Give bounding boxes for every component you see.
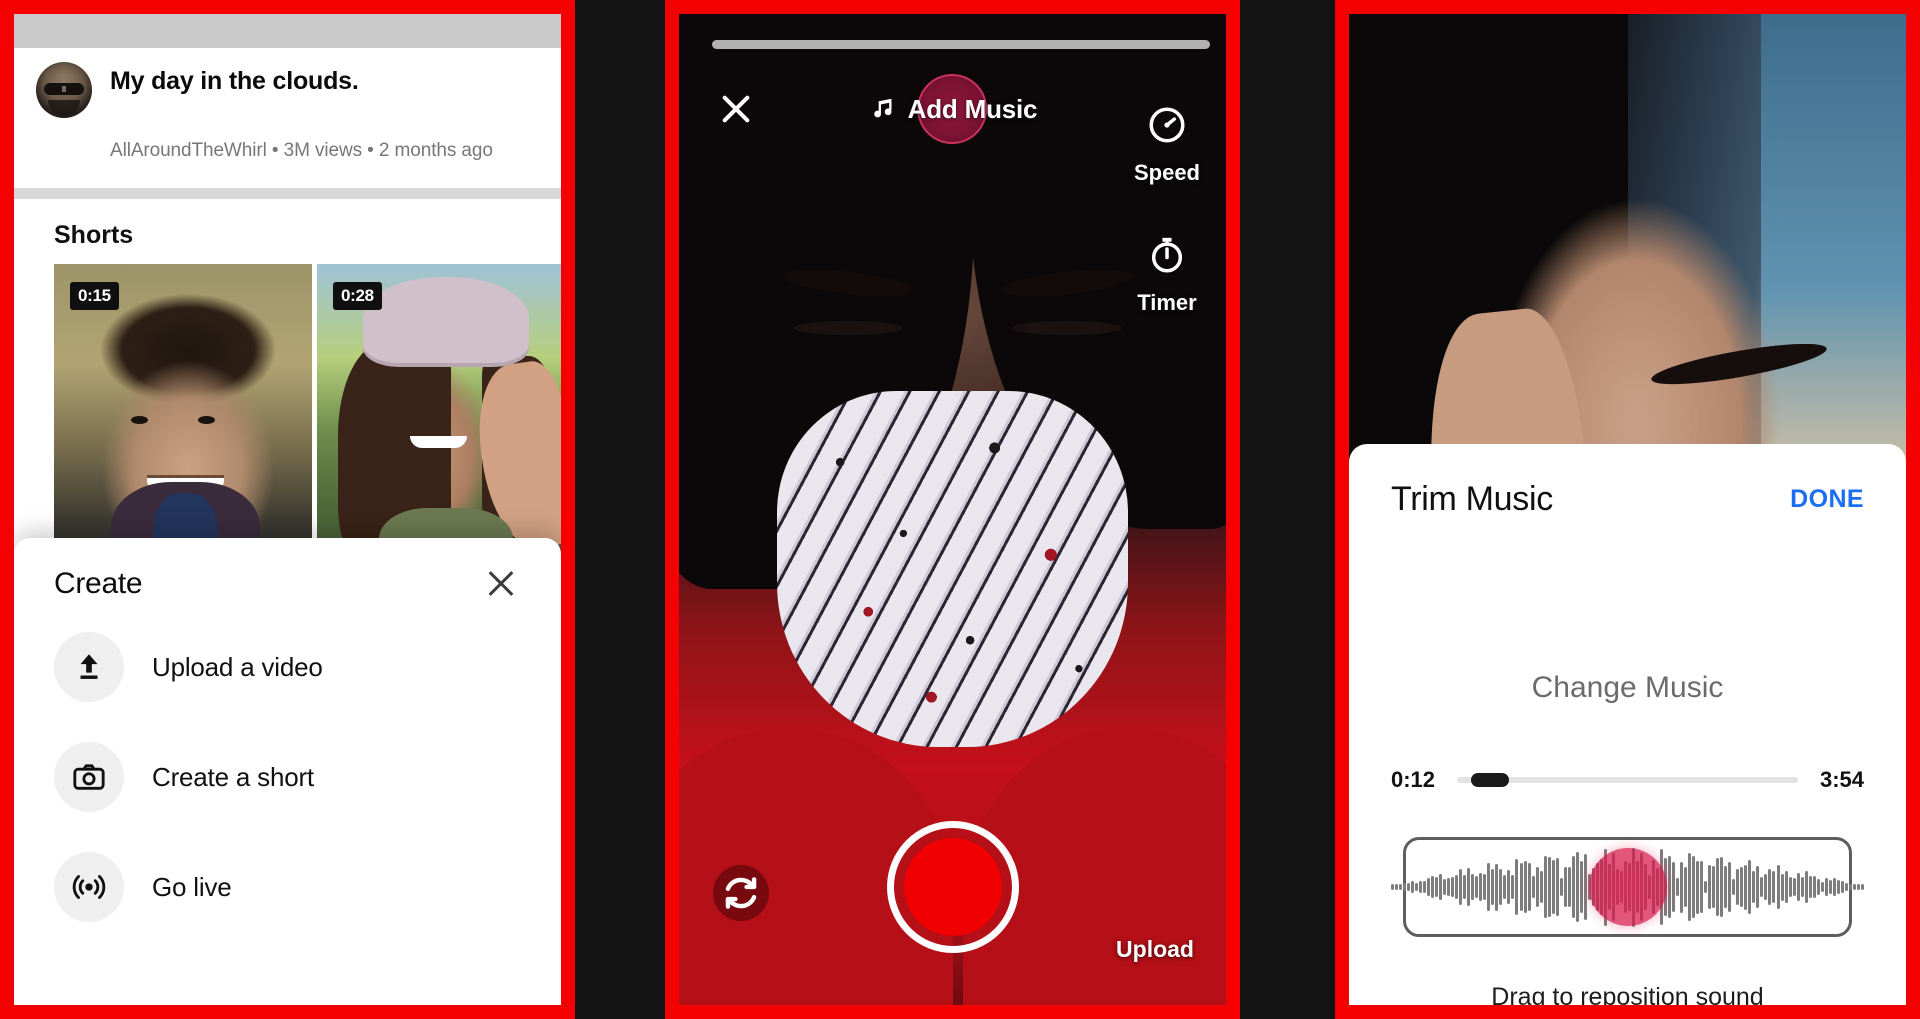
start-time-label: 0:12 — [1391, 767, 1436, 792]
drag-hint-label: Drag to reposition sound — [1491, 983, 1764, 1005]
create-sheet-header: Create — [14, 538, 561, 612]
trim-music-panel: Trim Music DONE Change Music 0:12 3:54 D… — [1349, 444, 1906, 1005]
trim-slider-track[interactable] — [1457, 773, 1798, 787]
create-item-label: Create a short — [152, 761, 314, 792]
change-music-button[interactable]: Change Music — [1349, 671, 1906, 705]
add-music-button[interactable]: Add Music — [868, 74, 1038, 144]
duration-badge: 0:15 — [70, 282, 119, 310]
recording-progress-bar — [711, 40, 1210, 49]
camera-side-controls: Speed Timer — [1134, 104, 1200, 316]
trim-slider-row: 0:12 3:54 — [1349, 705, 1906, 793]
speed-label: Speed — [1133, 160, 1200, 185]
video-meta: AllAroundTheWhirl • 3M views • 2 months … — [110, 140, 493, 161]
phone-frame-1: My day in the clouds. AllAroundTheWhirl … — [0, 0, 575, 1019]
speed-control[interactable]: Speed — [1134, 104, 1200, 186]
sunglasses-shape — [44, 83, 84, 95]
broadcast-icon — [54, 852, 124, 922]
camera-bottom-bar: Upload — [679, 821, 1226, 971]
avatar[interactable] — [36, 62, 92, 118]
music-note-icon — [868, 95, 896, 123]
record-button[interactable] — [886, 821, 1019, 953]
create-sheet-title: Create — [54, 567, 143, 600]
close-icon[interactable] — [713, 86, 759, 132]
screenshot-stage: My day in the clouds. AllAroundTheWhirl … — [0, 0, 1920, 1019]
timer-label: Timer — [1137, 290, 1197, 315]
trim-slider-thumb[interactable] — [1470, 773, 1509, 787]
waveform-area[interactable] — [1387, 837, 1868, 937]
phone-frame-2: Add Music Speed Timer Upload — [665, 0, 1240, 1019]
close-icon[interactable] — [481, 564, 521, 604]
trim-music-view: Trim Music DONE Change Music 0:12 3:54 D… — [1349, 14, 1906, 1005]
add-music-label: Add Music — [907, 93, 1038, 124]
create-item-create-a-short[interactable]: Create a short — [14, 722, 561, 832]
eye-shape — [198, 415, 216, 424]
shorts-section-label: Shorts — [54, 221, 134, 249]
speedometer-icon — [1146, 104, 1188, 151]
phone3-screen: Trim Music DONE Change Music 0:12 3:54 D… — [1349, 14, 1906, 1005]
create-item-upload-a-video[interactable]: Upload a video — [14, 612, 561, 722]
phone1-screen: My day in the clouds. AllAroundTheWhirl … — [14, 14, 561, 1005]
hat-shape — [363, 277, 529, 363]
done-button[interactable]: DONE — [1790, 485, 1864, 514]
section-divider — [14, 188, 561, 199]
record-button-inner — [903, 838, 1002, 936]
frame-gap — [1240, 0, 1335, 1019]
stopwatch-icon — [1146, 234, 1188, 281]
camera-icon — [54, 742, 124, 812]
video-header[interactable]: My day in the clouds. AllAroundTheWhirl … — [14, 48, 561, 172]
upload-button[interactable]: Upload — [1116, 936, 1194, 963]
upload-icon — [54, 632, 124, 702]
youtube-channel-view: My day in the clouds. AllAroundTheWhirl … — [14, 14, 561, 1005]
create-item-label: Upload a video — [152, 651, 323, 682]
flip-camera-icon[interactable] — [713, 865, 769, 921]
duration-badge: 0:28 — [333, 282, 382, 310]
eye-shape — [131, 415, 149, 424]
phone2-screen: Add Music Speed Timer Upload — [679, 14, 1226, 1005]
status-bar — [14, 14, 561, 48]
create-bottom-sheet: Create Upload a video Create a short Go … — [14, 538, 561, 1005]
video-title: My day in the clouds. — [110, 67, 359, 95]
create-item-go-live[interactable]: Go live — [14, 832, 561, 942]
timer-control[interactable]: Timer — [1137, 234, 1197, 316]
beard-shape — [48, 100, 80, 116]
video-header-row: My day in the clouds. — [36, 62, 539, 118]
end-time-label: 3:54 — [1819, 767, 1864, 792]
create-item-label: Go live — [152, 871, 232, 902]
trim-panel-title: Trim Music — [1391, 480, 1553, 518]
smile-shape — [409, 435, 467, 448]
tap-highlight-indicator[interactable] — [1588, 848, 1667, 926]
frame-gap — [575, 0, 665, 1019]
face-mask-shape — [777, 390, 1128, 748]
trim-panel-header: Trim Music DONE — [1349, 444, 1906, 519]
phone-frame-3: Trim Music DONE Change Music 0:12 3:54 D… — [1335, 0, 1920, 1019]
shorts-camera-view: Add Music Speed Timer Upload — [679, 14, 1226, 1005]
